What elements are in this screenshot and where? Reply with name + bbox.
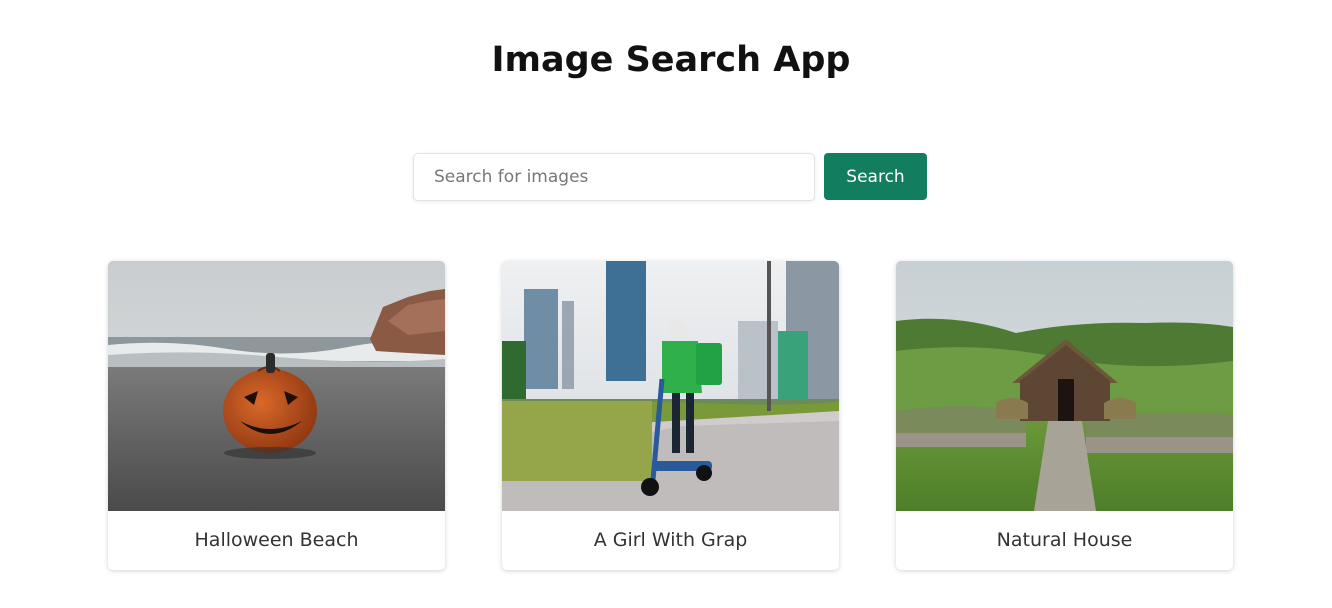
result-image[interactable] [502, 261, 839, 511]
result-card[interactable]: A Girl With Grap [502, 261, 839, 570]
search-input[interactable] [413, 153, 815, 201]
result-card[interactable]: Halloween Beach [108, 261, 445, 570]
result-image[interactable] [108, 261, 445, 511]
result-image[interactable] [896, 261, 1233, 511]
page: Image Search App Search for images Searc… [0, 0, 1332, 608]
result-caption: Natural House [996, 529, 1133, 551]
page-title: Image Search App [491, 40, 851, 80]
search-button[interactable]: Search [824, 153, 927, 200]
result-caption: Halloween Beach [194, 529, 359, 551]
results-grid: Halloween Beach A Girl With Grap Natural… [108, 261, 1234, 571]
search-form: Search [413, 153, 928, 201]
result-caption: A Girl With Grap [593, 529, 748, 551]
result-card[interactable]: Natural House [896, 261, 1233, 570]
